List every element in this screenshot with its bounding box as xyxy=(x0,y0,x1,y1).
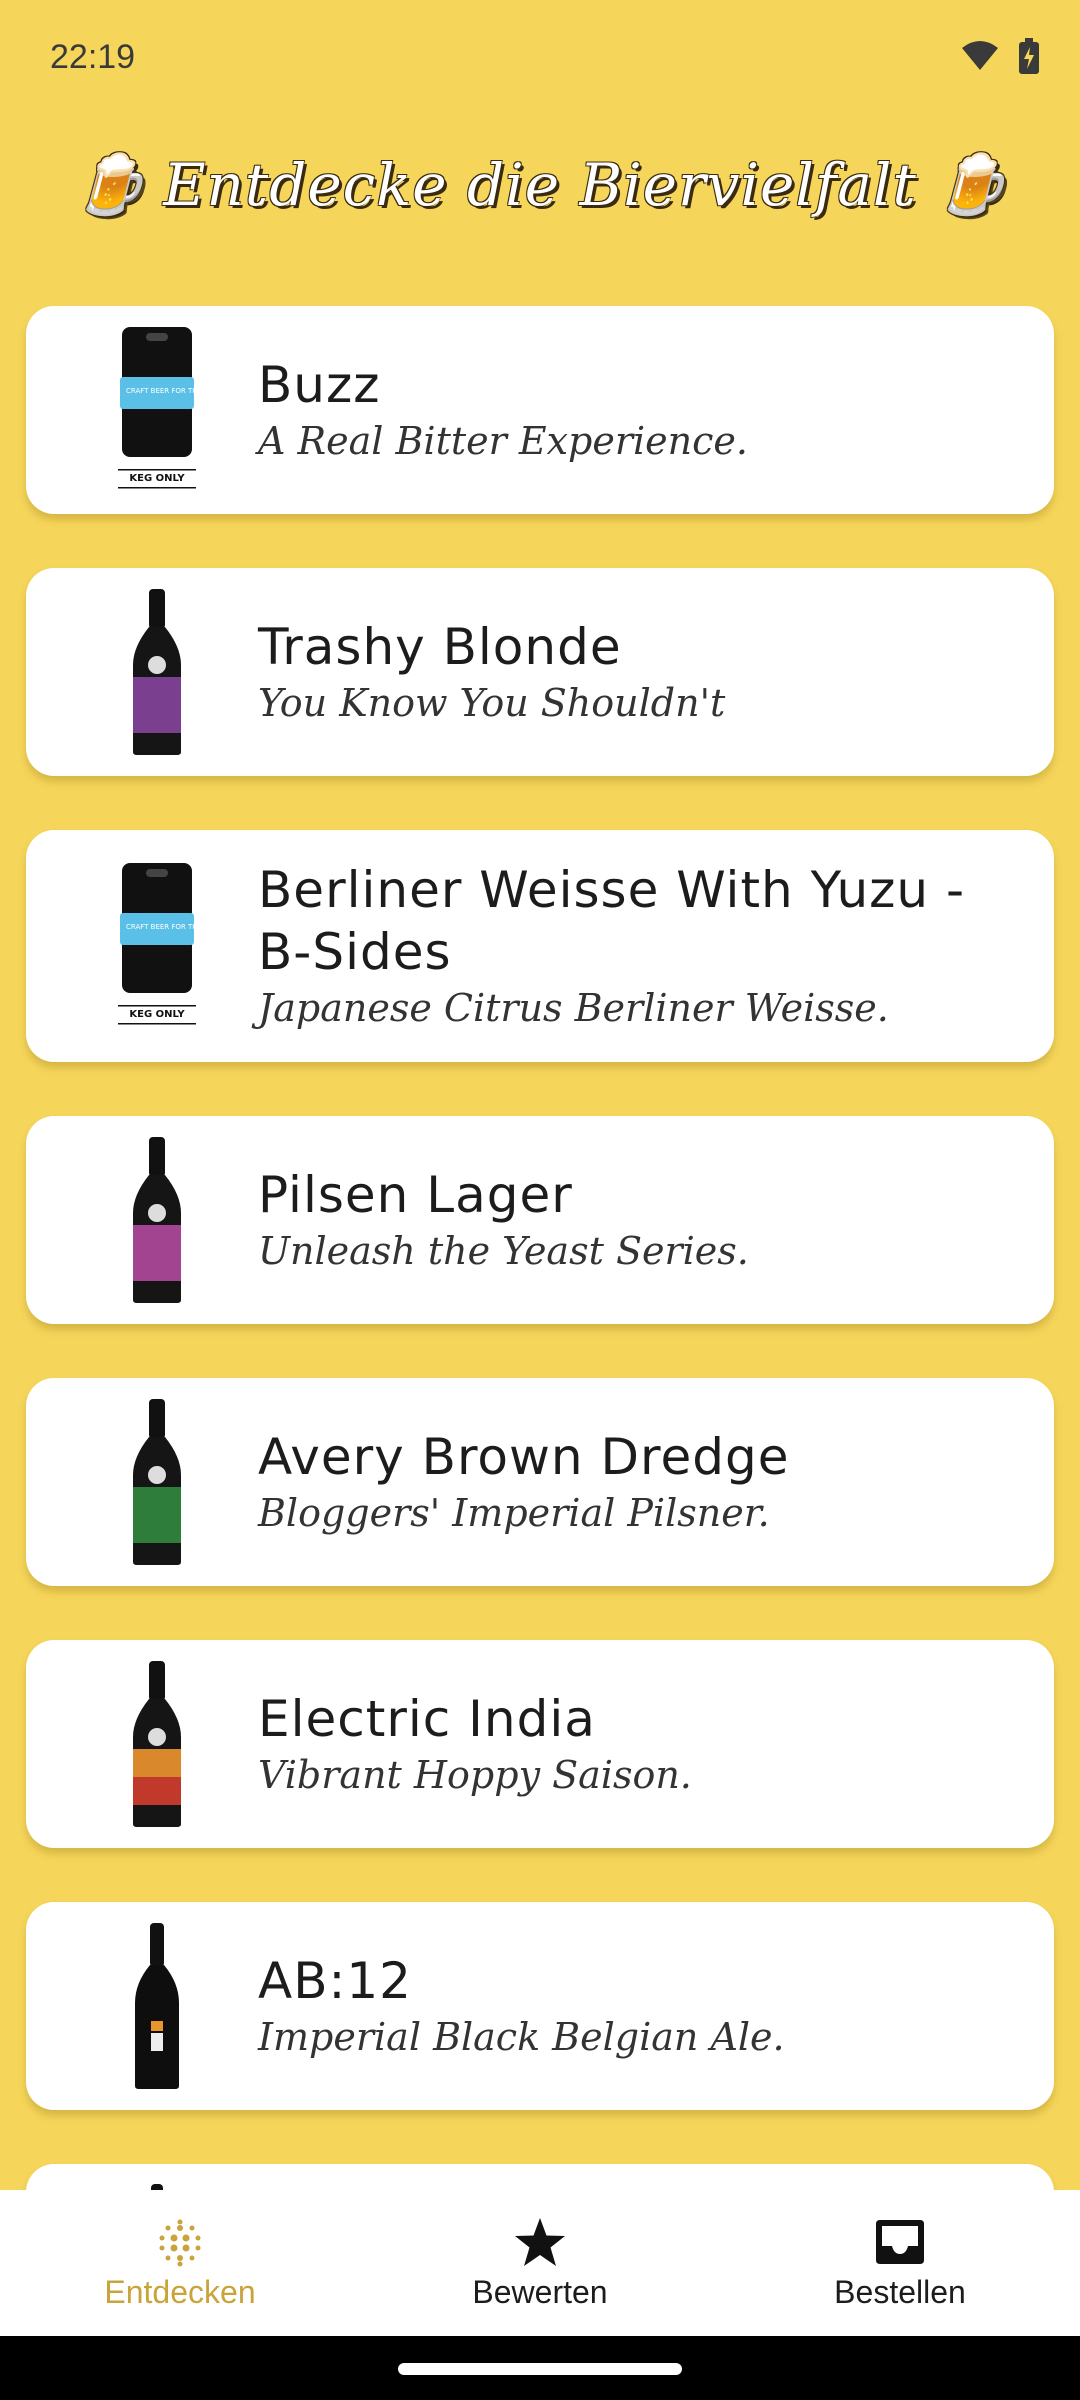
beer-image xyxy=(82,568,232,776)
beer-name: Pilsen Lager xyxy=(258,1166,573,1224)
beer-card-berliner-weisse[interactable]: CRAFT BEER FOR THE PEOPLE KEG ONLY Berli… xyxy=(26,830,1054,1062)
inbox-icon xyxy=(876,2219,924,2264)
beer-card-trashy-blonde[interactable]: Trashy Blonde You Know You Shouldn't xyxy=(26,568,1054,776)
nav-bestellen[interactable]: Bestellen xyxy=(720,2190,1080,2336)
nav-label: Bestellen xyxy=(834,2273,966,2310)
beer-image: CRAFT BEER FOR THE PEOPLE KEG ONLY xyxy=(82,306,232,514)
bottle-image xyxy=(133,589,181,755)
beer-image xyxy=(82,1640,232,1848)
beer-image xyxy=(82,1902,232,2110)
beer-card-electric-india[interactable]: Electric India Vibrant Hoppy Saison. xyxy=(26,1640,1054,1848)
beer-name: Trashy Blonde xyxy=(258,618,622,676)
beer-name: Buzz xyxy=(258,356,381,414)
beer-tagline: A Real Bitter Experience. xyxy=(258,419,748,463)
wifi-icon xyxy=(962,41,998,70)
beer-card-pilsen-lager[interactable]: Pilsen Lager Unleash the Yeast Series. xyxy=(26,1116,1054,1324)
keg-text: CRAFT BEER FOR THE PEOPLE xyxy=(126,387,202,395)
status-icons xyxy=(960,38,1040,74)
star-icon xyxy=(515,2217,565,2266)
battery-icon xyxy=(1019,38,1039,74)
beer-card-buzz[interactable]: CRAFT BEER FOR THE PEOPLE KEG ONLY Buzz … xyxy=(26,306,1054,514)
beer-mug-icon: 🍺 xyxy=(934,150,1008,218)
keg-image: CRAFT BEER FOR THE PEOPLE KEG ONLY xyxy=(118,327,202,489)
beer-tagline: Imperial Black Belgian Ale. xyxy=(258,2015,785,2059)
beer-card-avery-brown-dredge[interactable]: Avery Brown Dredge Bloggers' Imperial Pi… xyxy=(26,1378,1054,1586)
beer-tagline: Japanese Citrus Berliner Weisse. xyxy=(258,986,889,1030)
keg-image: CRAFT BEER FOR THE PEOPLE KEG ONLY xyxy=(118,863,202,1025)
beer-tagline: Vibrant Hoppy Saison. xyxy=(258,1753,692,1797)
beer-mug-icon: 🍺 xyxy=(72,150,146,218)
home-gesture-handle[interactable] xyxy=(398,2363,682,2375)
status-time: 22:19 xyxy=(50,38,136,76)
bottle-image xyxy=(133,1661,181,1827)
page-title: 🍺 Entdecke die Biervielfalt 🍺 xyxy=(0,150,1080,219)
bottom-navigation: Entdecken Bewerten Bestellen xyxy=(0,2190,1080,2336)
nav-entdecken[interactable]: Entdecken xyxy=(0,2190,360,2336)
page-title-text: Entdecke die Biervielfalt xyxy=(163,150,917,219)
nav-label: Entdecken xyxy=(104,2273,256,2310)
tall-bottle-image xyxy=(135,1923,179,2089)
nav-label: Bewerten xyxy=(472,2273,608,2310)
beer-name: Electric India xyxy=(258,1690,596,1748)
beer-tagline: Bloggers' Imperial Pilsner. xyxy=(258,1491,770,1535)
beer-image xyxy=(82,1378,232,1586)
beer-tagline: You Know You Shouldn't xyxy=(258,681,726,725)
bottle-image xyxy=(133,1137,181,1303)
discover-dots-icon xyxy=(159,2219,201,2266)
status-bar: 22:19 xyxy=(0,0,1080,110)
beer-image xyxy=(82,1116,232,1324)
beer-name: AB:12 xyxy=(258,1952,412,2010)
beer-name: Berliner Weisse With Yuzu - B-Sides xyxy=(258,861,966,981)
beer-card-ab12[interactable]: AB:12 Imperial Black Belgian Ale. xyxy=(26,1902,1054,2110)
keg-text: CRAFT BEER FOR THE PEOPLE xyxy=(126,923,202,931)
beer-tagline: Unleash the Yeast Series. xyxy=(258,1229,749,1273)
keg-label: KEG ONLY xyxy=(129,1009,185,1020)
nav-bewerten[interactable]: Bewerten xyxy=(360,2190,720,2336)
beer-name: Avery Brown Dredge xyxy=(258,1428,790,1486)
keg-label: KEG ONLY xyxy=(129,473,185,484)
bottle-image xyxy=(133,1399,181,1565)
beer-image: CRAFT BEER FOR THE PEOPLE KEG ONLY xyxy=(82,830,232,1062)
